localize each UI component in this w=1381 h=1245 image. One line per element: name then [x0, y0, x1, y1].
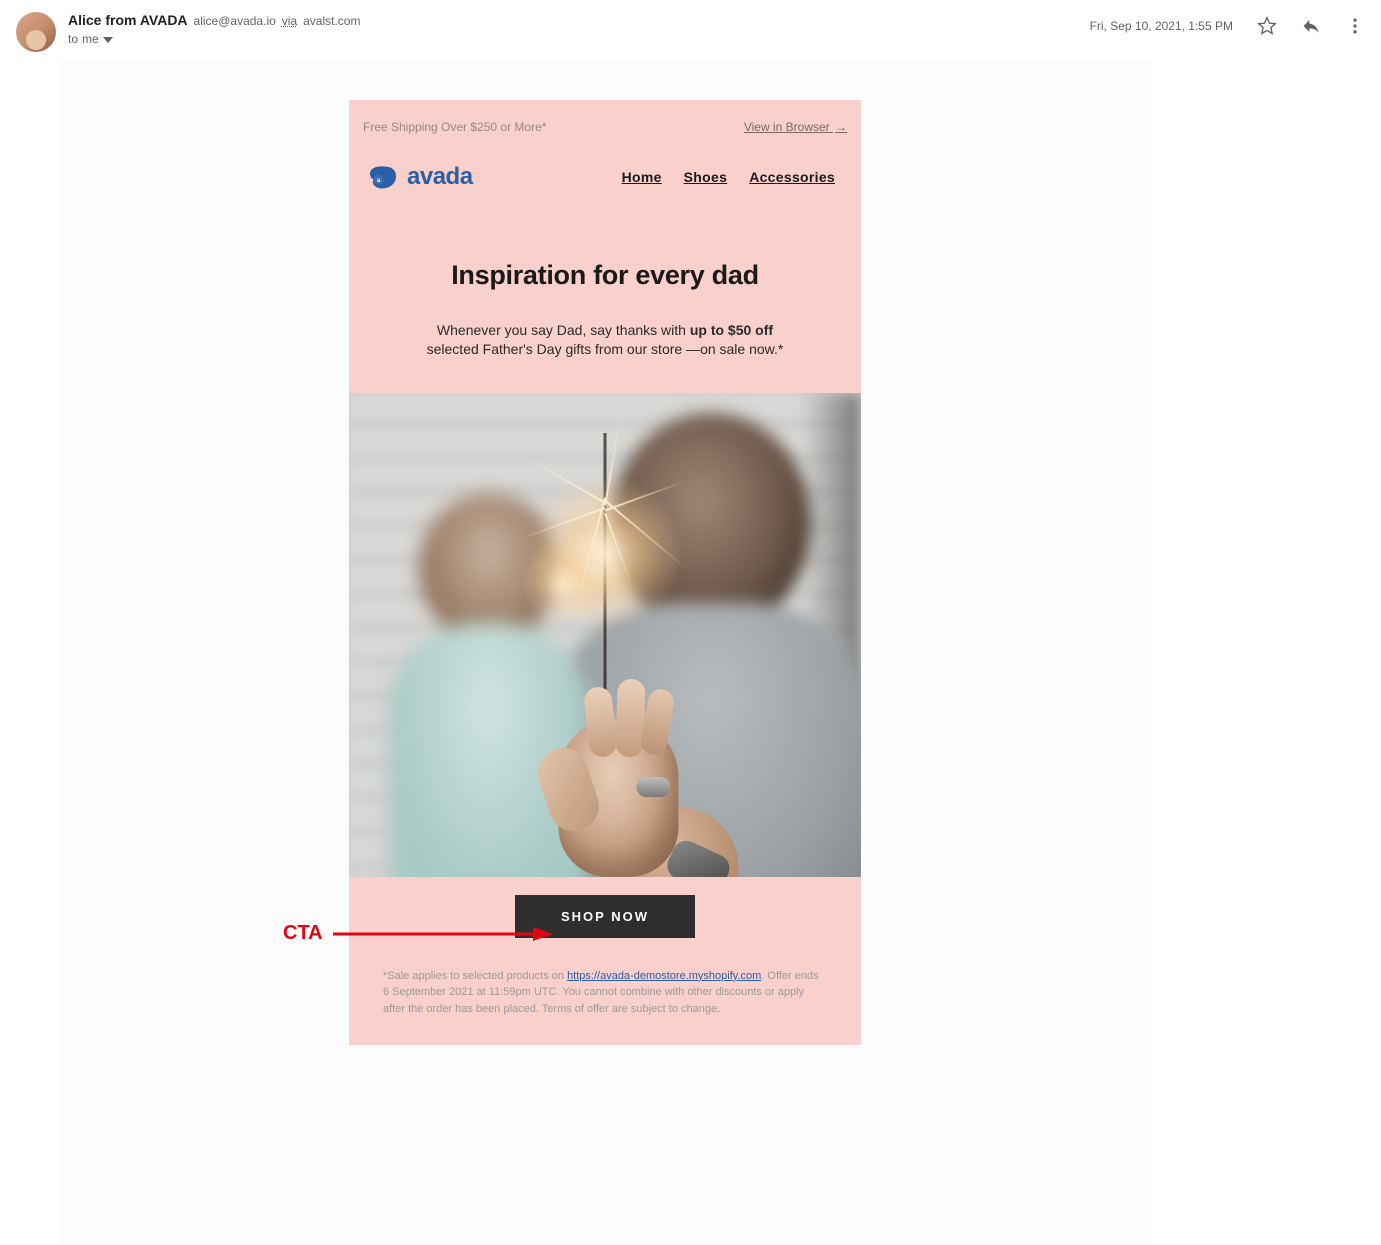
recipient-line[interactable]: to me — [68, 32, 1090, 46]
to-target: me — [82, 32, 99, 46]
gmail-header: Alice from AVADA alice@avada.io via aval… — [0, 0, 1381, 60]
nav-item-home[interactable]: Home — [622, 169, 662, 185]
email-nav: Home Shoes Accessories — [622, 169, 835, 185]
email-header: a avada Home Shoes Accessories — [349, 148, 861, 202]
brand-mark-icon: a — [365, 162, 399, 192]
email-body: Free Shipping Over $250 or More* View in… — [58, 60, 1152, 1245]
header-actions: Fri, Sep 10, 2021, 1:55 PM — [1090, 12, 1365, 36]
subcopy-line2: selected Father's Day gifts from our sto… — [427, 341, 784, 357]
subcopy-line1-pre: Whenever you say Dad, say thanks with — [437, 322, 690, 338]
reply-icon[interactable] — [1301, 16, 1321, 36]
avatar[interactable] — [16, 12, 56, 52]
sender-block: Alice from AVADA alice@avada.io via aval… — [68, 12, 1090, 46]
free-shipping-text: Free Shipping Over $250 or More* — [363, 120, 546, 134]
nav-item-shoes[interactable]: Shoes — [684, 169, 728, 185]
headline: Inspiration for every dad — [349, 202, 861, 321]
disclaimer-link[interactable]: https://avada-demostore.myshopify.com — [567, 970, 761, 982]
chevron-down-icon[interactable] — [103, 32, 113, 46]
via-label: via — [282, 14, 297, 28]
to-prefix: to — [68, 32, 78, 46]
brand-name: avada — [407, 163, 473, 191]
view-browser-label: View in Browser — [744, 120, 830, 134]
timestamp: Fri, Sep 10, 2021, 1:55 PM — [1090, 19, 1233, 33]
brand-logo[interactable]: a avada — [365, 162, 473, 192]
email-card: Free Shipping Over $250 or More* View in… — [349, 100, 861, 1045]
sender-email: alice@avada.io — [194, 14, 276, 28]
more-vert-icon[interactable] — [1345, 16, 1365, 36]
annotation-arrow-icon — [333, 924, 553, 944]
email-topbar: Free Shipping Over $250 or More* View in… — [349, 100, 861, 148]
subcopy-line1-bold: up to $50 off — [690, 322, 773, 338]
star-icon[interactable] — [1257, 16, 1277, 36]
subcopy: Whenever you say Dad, say thanks with up… — [349, 321, 861, 393]
disclaimer: *Sale applies to selected products on ht… — [349, 958, 861, 1046]
disclaimer-pre: *Sale applies to selected products on — [383, 970, 567, 982]
view-in-browser-link[interactable]: View in Browser → — [744, 120, 847, 134]
arrow-right-icon: → — [835, 120, 847, 134]
annotation-label: CTA — [283, 922, 323, 945]
hero-image — [349, 393, 861, 877]
nav-item-accessories[interactable]: Accessories — [749, 169, 835, 185]
cta-annotation: CTA — [283, 922, 553, 945]
cta-row: SHOP NOW — [349, 877, 861, 958]
sender-name: Alice from AVADA — [68, 12, 188, 28]
via-host: avalst.com — [303, 14, 360, 28]
